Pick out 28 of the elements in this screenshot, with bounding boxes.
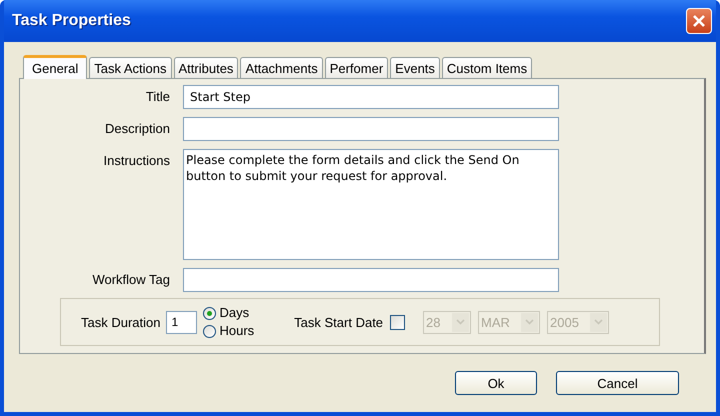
dialog-button[interactable]: Cancel [556, 371, 679, 395]
chevron-icon [594, 319, 604, 325]
duration-field[interactable]: 1 [166, 310, 198, 334]
field-label: Workflow Tag [91, 271, 171, 287]
dialog-button[interactable]: Ok [455, 371, 537, 395]
close-icon [692, 14, 706, 28]
instructions-field[interactable]: Please complete the form details and click the Send On button to submit your request for approval. [183, 149, 559, 260]
tab[interactable]: Attachments [240, 57, 323, 78]
tab[interactable]: Task Actions [89, 57, 172, 78]
field-label: Title [144, 88, 171, 104]
duration-label: Task Duration [81, 314, 160, 330]
text-field[interactable] [183, 268, 559, 292]
chevron-icon [525, 319, 534, 325]
tab[interactable]: General [23, 55, 88, 79]
close-button[interactable] [686, 8, 712, 34]
tab[interactable]: Custom Items [442, 57, 532, 78]
field-label: Description [104, 120, 171, 136]
unit-radio[interactable]: Hours [203, 322, 254, 340]
tab[interactable]: Attributes [174, 57, 238, 78]
text-field[interactable] [183, 117, 559, 141]
unit-radio[interactable]: Days [203, 304, 254, 322]
text-field[interactable]: Start Step [183, 85, 559, 109]
chevron-icon [456, 319, 466, 325]
field-label: Instructions [102, 152, 171, 168]
start-date-label: Task Start Date [294, 314, 384, 330]
tab[interactable]: Perfomer [324, 57, 388, 78]
tab[interactable]: Events [390, 57, 440, 78]
window-title: Task Properties [12, 12, 131, 30]
